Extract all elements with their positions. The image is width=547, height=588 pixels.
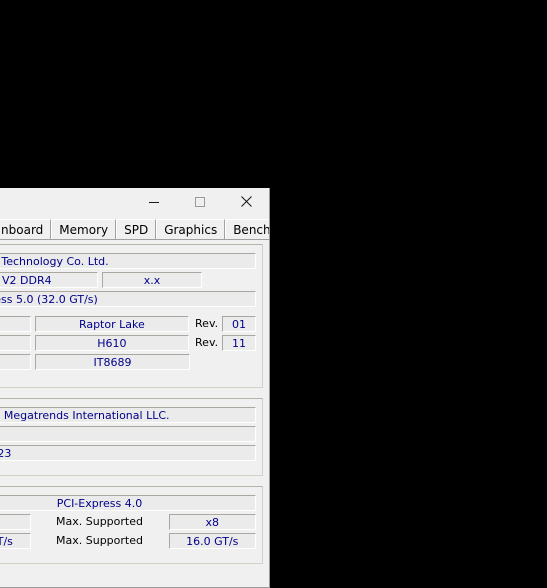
gi-link-speed-value: 16.0 GT/s [0, 532, 31, 549]
window-title-bar[interactable]: CPU-Z [0, 188, 269, 216]
chipset-rev-label: Rev. [195, 317, 219, 330]
tab-label: SPD [124, 223, 149, 237]
manufacturer-row: Manufacturer Gigabyte Technology Co. Ltd… [0, 252, 256, 269]
desktop-background: CPU-Z CPU Caches Mainboar [0, 0, 547, 588]
bios-date-value: 09/05/2023 [0, 444, 256, 461]
graphic-interface-group: Graphic Interface Version PCI-Express 4.… [0, 486, 263, 564]
model-version-value: x.x [102, 271, 202, 288]
bios-brand-value: American Megatrends International LLC. [0, 406, 256, 423]
bus-specs-row: Bus Specs. PCI-Express 5.0 (32.0 GT/s) [0, 290, 256, 307]
lpcio-row: LPCIO ITE IT8689 [0, 353, 256, 370]
tab-spd[interactable]: SPD [116, 219, 157, 240]
bios-version-value [0, 425, 256, 442]
tab-bar[interactable]: CPU Caches Mainboard Memory SPD Graphics… [0, 216, 269, 240]
model-row: Model H610M H V2 DDR4 x.x [0, 271, 256, 288]
tab-underline [0, 239, 269, 240]
southbridge-rev-label: Rev. [195, 336, 219, 349]
lpcio-vendor-value: ITE [0, 353, 31, 370]
gi-version-row: Version PCI-Express 4.0 [0, 494, 256, 511]
manufacturer-value: Gigabyte Technology Co. Ltd. [0, 252, 256, 269]
lpcio-name-value: IT8689 [35, 353, 190, 370]
tab-label: Graphics [164, 223, 218, 237]
tab-mainboard[interactable]: Mainboard [0, 219, 52, 240]
cpuz-window: CPU-Z CPU Caches Mainboar [0, 188, 270, 588]
tab-label: Bench [233, 223, 270, 237]
gi-link-speed-row: Link Speed 16.0 GT/s Max. Supported 16.0… [0, 532, 256, 549]
gi-version-value: PCI-Express 4.0 [0, 494, 256, 511]
gi-max-supported-speed-label: Max. Supported [56, 534, 143, 547]
gi-max-supported-width-label: Max. Supported [56, 515, 143, 528]
tab-memory[interactable]: Memory [51, 219, 117, 240]
mainboard-page: Motherboard Manufacturer Gigabyte Techno… [0, 244, 269, 564]
minimize-button[interactable] [131, 188, 177, 215]
gi-max-supported-speed-value: 16.0 GT/s [168, 532, 256, 549]
tab-graphics[interactable]: Graphics [156, 219, 226, 240]
bios-date-row: Date 09/05/2023 [0, 444, 256, 461]
gi-max-supported-width-value: x8 [168, 513, 256, 530]
southbridge-name-value: H610 [34, 334, 190, 351]
close-button[interactable] [223, 188, 269, 215]
tab-label: Memory [59, 223, 109, 237]
southbridge-row: Southbridge Intel H610 Rev. 11 [0, 334, 256, 351]
gi-link-width-row: Link Width x8 Max. Supported x8 [0, 513, 256, 530]
bus-specs-value: PCI-Express 5.0 (32.0 GT/s) [0, 290, 256, 307]
motherboard-group: Motherboard Manufacturer Gigabyte Techno… [0, 244, 263, 388]
tab-bench[interactable]: Bench [225, 219, 270, 240]
chipset-name-value: Raptor Lake [34, 315, 190, 332]
tab-label: Mainboard [0, 223, 44, 237]
bios-version-row: Version [0, 425, 256, 442]
southbridge-rev-value: 11 [222, 334, 256, 351]
gi-link-width-value: x8 [0, 513, 31, 530]
maximize-button[interactable] [177, 188, 223, 215]
model-value: H610M H V2 DDR4 [0, 271, 98, 288]
chipset-vendor-value: Intel [0, 315, 31, 332]
chipset-row: Chipset Intel Raptor Lake Rev. 01 [0, 315, 256, 332]
bios-group: BIOS Brand American Megatrends Internati… [0, 398, 263, 476]
bios-brand-row: Brand American Megatrends International … [0, 406, 256, 423]
southbridge-vendor-value: Intel [0, 334, 31, 351]
chipset-rev-value: 01 [222, 315, 256, 332]
